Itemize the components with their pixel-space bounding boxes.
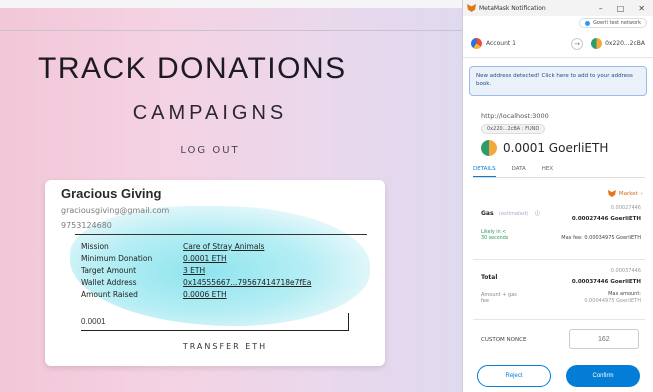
detail-value: 3 ETH [183, 265, 206, 275]
detail-value: 0.0001 ETH [183, 253, 227, 263]
section-title: CAMPAIGNS [132, 102, 288, 124]
amount-row: 0.0001 GoerliETH [481, 140, 608, 156]
to-address[interactable]: 0x220...2cBA [605, 40, 645, 47]
arrow-right-icon: → [571, 37, 584, 50]
close-icon[interactable]: ✕ [638, 4, 645, 13]
metamask-window: MetaMask Notification – □ ✕ Goerli test … [462, 0, 653, 392]
custom-nonce-input[interactable] [569, 329, 639, 349]
detail-key: Minimum Donation [81, 253, 153, 263]
network-selector[interactable]: Goerli test network [579, 18, 647, 28]
max-amount-label: Max amount: [608, 291, 641, 297]
browser-strip [0, 0, 462, 8]
dapp-page: TRACK DONATIONS CAMPAIGNS LOG OUT Gracio… [0, 0, 462, 392]
gas-max-fee: Max fee: 0.00034975 GoerliETH [561, 235, 641, 241]
transfer-eth-button[interactable]: TRANSFER ETH [145, 342, 305, 351]
recipient-avatar [591, 38, 603, 49]
detail-row: Target Amount 3 ETH [81, 264, 311, 276]
reject-button[interactable]: Reject [477, 365, 551, 387]
network-dot-icon [585, 20, 591, 26]
header-divider [0, 30, 462, 31]
detail-value: Care of Stray Animals [183, 241, 265, 251]
gas-label: Gas [481, 210, 494, 217]
minimize-icon[interactable]: – [599, 4, 603, 13]
window-controls: – □ ✕ [599, 4, 649, 13]
total-section: Total 0.00037446 0.00037446 GoerliETH Am… [473, 262, 645, 320]
total-label: Total [481, 274, 498, 281]
transaction-amount: 0.0001 GoerliETH [503, 141, 609, 155]
request-origin: http://localhost:3000 [481, 112, 549, 120]
from-account[interactable]: Account 1 [486, 40, 516, 47]
tab-hex[interactable]: HEX [542, 166, 553, 177]
card-divider [75, 234, 367, 235]
detail-key: Mission [81, 241, 109, 251]
logout-link[interactable]: LOG OUT [150, 145, 270, 156]
window-titlebar: MetaMask Notification – □ ✕ [463, 0, 653, 16]
gas-value-small: 0.00027446 [610, 205, 641, 211]
network-row: Goerli test network [463, 16, 653, 30]
account-avatar [471, 38, 482, 49]
tab-data[interactable]: DATA [512, 166, 526, 177]
total-sub-label: Amount + gas fee [481, 292, 517, 304]
page-title: TRACK DONATIONS [38, 52, 347, 85]
network-name: Goerli test network [593, 20, 641, 26]
gas-section: Gas (estimated) ⓘ 0.00027446 0.00027446 … [473, 200, 645, 260]
detail-row: Mission Care of Stray Animals [81, 240, 311, 252]
detail-key: Target Amount [81, 265, 137, 275]
tab-bar: DETAILS DATA HEX [473, 166, 645, 178]
info-icon[interactable]: ⓘ [535, 210, 540, 217]
tab-details[interactable]: DETAILS [473, 166, 496, 177]
fox-icon [607, 190, 616, 197]
metamask-fox-icon [467, 4, 476, 12]
campaign-details: Mission Care of Stray Animals Minimum Do… [81, 240, 311, 300]
confirm-button[interactable]: Confirm [566, 365, 640, 387]
detail-row: Amount Raised 0.0006 ETH [81, 288, 311, 300]
max-amount-value: 0.00044975 GoerliETH [584, 298, 641, 304]
total-value-bold: 0.00037446 GoerliETH [571, 279, 641, 285]
account-transfer-row: Account 1 → 0x220...2cBA [463, 30, 653, 58]
gas-value-bold: 0.00027446 GoerliETH [571, 216, 641, 222]
detail-key: Amount Raised [81, 289, 138, 299]
total-value-small: 0.00037446 [610, 268, 641, 274]
maximize-icon[interactable]: □ [617, 4, 625, 13]
gas-estimated-tag: (estimated) [499, 211, 529, 217]
campaign-card: Gracious Giving graciousgiving@gmail.com… [45, 180, 385, 366]
gas-likely-time[interactable]: Likely in < 30 seconds [481, 230, 513, 242]
recipient-method-pill: 0x220...2cBA : FUND [481, 124, 546, 134]
eth-coin-icon [481, 140, 497, 156]
market-link[interactable]: Market › [607, 190, 643, 197]
chevron-right-icon: › [640, 190, 643, 197]
detail-key: Wallet Address [81, 277, 137, 287]
detail-row: Minimum Donation 0.0001 ETH [81, 252, 311, 264]
campaign-name: Gracious Giving [61, 186, 162, 201]
new-address-notice[interactable]: New address detected! Click here to add … [469, 66, 647, 96]
campaign-email: graciousgiving@gmail.com [61, 206, 170, 215]
campaign-phone: 9753124680 [61, 221, 112, 230]
donation-amount-input[interactable] [81, 313, 349, 331]
detail-row: Wallet Address 0x14555667...79567414718e… [81, 276, 311, 288]
detail-value: 0.0006 ETH [183, 289, 227, 299]
custom-nonce-label: CUSTOM NONCE [481, 337, 527, 343]
market-label: Market [618, 190, 638, 197]
detail-value: 0x14555667...79567414718e7fEa [183, 277, 312, 287]
window-title: MetaMask Notification [479, 4, 546, 12]
